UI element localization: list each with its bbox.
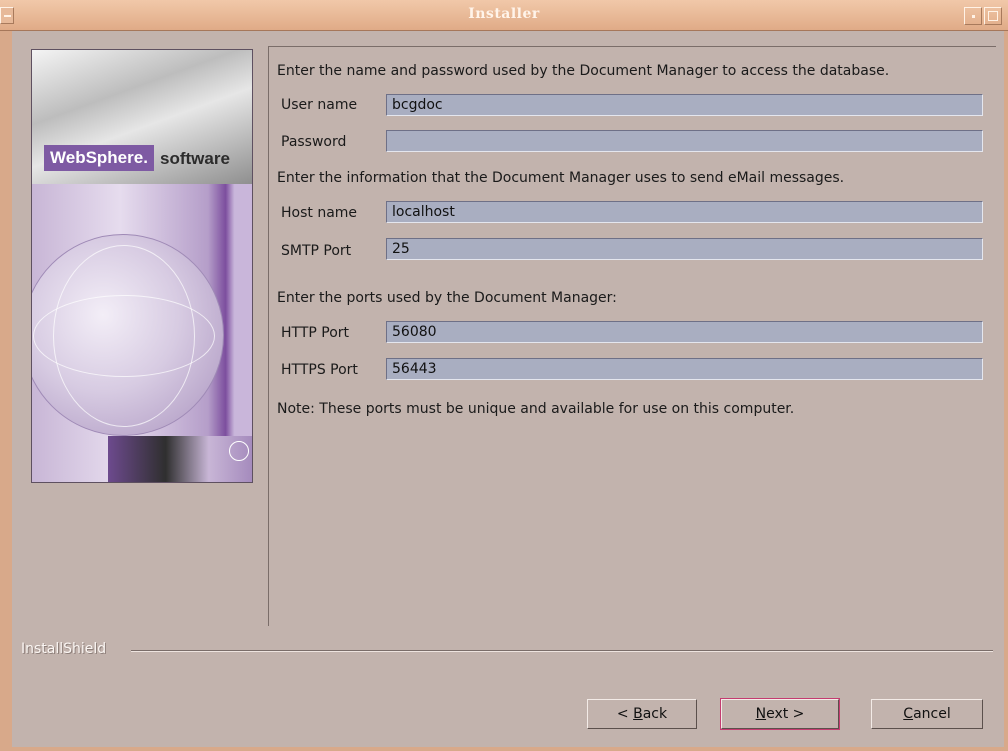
database-intro-text: Enter the name and password used by the … [277,63,890,79]
back-button[interactable]: < Back [587,699,697,729]
branding-photo: WebSphere. software [32,50,252,184]
globe-icon [32,234,224,436]
minimize-icon[interactable] [964,7,982,25]
installshield-separator [131,650,993,652]
websphere-branding-image: WebSphere. software [31,49,253,483]
small-globe-icon [229,441,249,461]
password-label: Password [281,134,347,150]
email-intro-text: Enter the information that the Document … [277,170,845,186]
back-button-mnemonic: B [633,706,643,722]
http-port-input[interactable]: 56080 [386,321,983,343]
branding-globe-art [32,184,252,482]
ports-intro-text: Enter the ports used by the Document Man… [277,290,617,306]
globe-parallel [33,295,215,377]
host-name-label: Host name [281,205,358,221]
installshield-label: InstallShield [21,641,107,657]
cancel-button-label: ancel [913,706,951,722]
window-title: Installer [468,6,540,22]
title-bar[interactable]: Installer [0,0,1008,31]
software-wordmark: software [160,149,230,168]
host-name-input[interactable]: localhost [386,201,983,223]
ports-note-text: Note: These ports must be unique and ava… [277,401,795,417]
smtp-port-input[interactable]: 25 [386,238,983,260]
user-name-input[interactable]: bcgdoc [386,94,983,116]
maximize-icon[interactable] [984,7,1002,25]
password-input[interactable] [386,130,983,152]
smtp-port-label: SMTP Port [281,243,352,259]
next-button-label: ext > [766,706,805,722]
http-port-label: HTTP Port [281,325,350,341]
user-name-label: User name [281,97,358,113]
back-button-label: ack [642,706,668,722]
next-button-mnemonic: N [755,706,767,722]
back-button-prefix: < [616,706,634,722]
thumbnail-strip [108,436,252,482]
next-button[interactable]: Next > [720,698,840,730]
websphere-logo: WebSphere. [44,145,154,171]
https-port-label: HTTPS Port [281,362,358,378]
cancel-button[interactable]: Cancel [871,699,983,729]
cancel-button-mnemonic: C [903,706,914,722]
https-port-input[interactable]: 56443 [386,358,983,380]
